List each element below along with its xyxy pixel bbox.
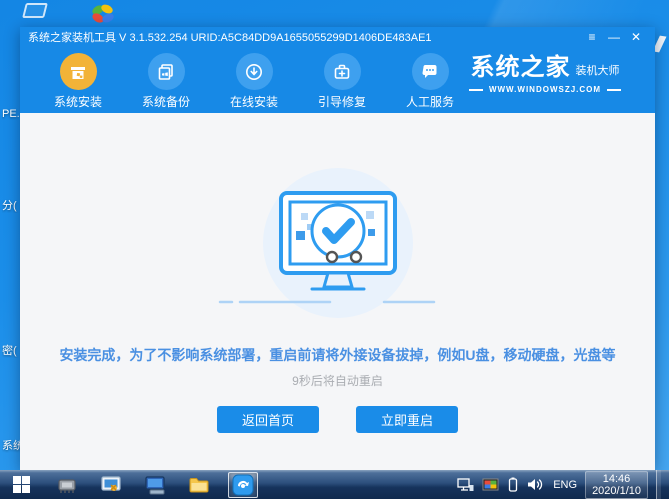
- online-install-icon: [236, 53, 273, 90]
- brand-dash-right: [607, 89, 621, 91]
- desktop-flower-icon[interactable]: [90, 2, 116, 26]
- nav-item-label: 人工服务: [406, 93, 454, 110]
- windows-logo-icon: [13, 476, 30, 493]
- restart-now-button[interactable]: 立即重启: [356, 406, 458, 433]
- nav-item-online-install[interactable]: 在线安装: [210, 53, 298, 110]
- snipping-tool-icon: [100, 475, 122, 495]
- main-content: 安装完成，为了不影响系统部署，重启前请将外接设备拔掉，例如U盘，移动硬盘，光盘等…: [20, 113, 655, 470]
- nav-item-label: 系统备份: [142, 93, 190, 110]
- minimize-button[interactable]: —: [603, 27, 625, 47]
- taskbar-installer-app-active[interactable]: [228, 472, 258, 498]
- nav-item-system-backup[interactable]: 系统备份: [122, 53, 210, 110]
- folder-icon: [188, 476, 210, 494]
- brand-logo: 系统之家 装机大师 WWW.WINDOWSZJ.COM: [455, 56, 635, 94]
- nav-item-boot-repair[interactable]: 引导修复: [298, 53, 386, 110]
- taskbar-snipping-app[interactable]: [96, 472, 126, 498]
- support-chat-icon: [412, 53, 449, 90]
- close-button[interactable]: ✕: [625, 27, 647, 47]
- nav-item-system-install[interactable]: 系统安装: [34, 53, 122, 110]
- chip-icon: [56, 476, 78, 494]
- menu-icon[interactable]: ≡: [581, 27, 603, 47]
- desktop: PE. 分( 密( 系统 系统之家装机工具 V 3.1.532.254 URID…: [0, 0, 669, 499]
- nav-bar: 系统安装 系统备份: [20, 47, 655, 113]
- system-install-icon: [60, 53, 97, 90]
- desktop-icon-label[interactable]: PE.: [2, 108, 20, 120]
- success-monitor-illustration: [208, 167, 468, 323]
- desktop-icon-label[interactable]: 分(: [2, 197, 20, 213]
- brand-name: 系统之家: [471, 56, 571, 80]
- desktop-monitor-icon[interactable]: [22, 3, 48, 18]
- nav-item-label: 引导修复: [318, 93, 366, 110]
- usb-device-tray-icon[interactable]: [507, 477, 519, 493]
- desktop-icon-label[interactable]: 密(: [2, 342, 20, 358]
- system-backup-icon: [148, 53, 185, 90]
- boot-repair-icon: [324, 53, 361, 90]
- back-home-button[interactable]: 返回首页: [217, 406, 319, 433]
- taskbar-computer-app[interactable]: [140, 472, 170, 498]
- display-color-tray-icon[interactable]: [482, 478, 499, 492]
- start-button[interactable]: [0, 470, 42, 499]
- taskbar-explorer-app[interactable]: [184, 472, 214, 498]
- clock-date: 2020/1/10: [592, 485, 641, 497]
- window-title: 系统之家装机工具 V 3.1.532.254 URID:A5C84DD9A165…: [28, 29, 581, 45]
- volume-tray-icon[interactable]: [527, 477, 545, 492]
- title-bar[interactable]: 系统之家装机工具 V 3.1.532.254 URID:A5C84DD9A165…: [20, 27, 655, 47]
- brand-dash-left: [469, 89, 483, 91]
- installer-window: 系统之家装机工具 V 3.1.532.254 URID:A5C84DD9A165…: [20, 27, 655, 470]
- install-complete-message: 安装完成，为了不影响系统部署，重启前请将外接设备拔掉，例如U盘，移动硬盘，光盘等: [59, 345, 615, 365]
- clock-time: 14:46: [592, 473, 641, 485]
- nav-item-label: 在线安装: [230, 93, 278, 110]
- network-tray-icon[interactable]: [457, 477, 474, 492]
- auto-restart-countdown: 9秒后将自动重启: [292, 372, 383, 389]
- installer-app-icon: [232, 474, 254, 496]
- language-indicator[interactable]: ENG: [553, 479, 577, 491]
- brand-suffix: 装机大师: [576, 62, 620, 80]
- taskbar-hardware-app[interactable]: [52, 472, 82, 498]
- taskbar: ENG 14:46 2020/1/10: [0, 470, 669, 499]
- taskbar-clock[interactable]: 14:46 2020/1/10: [585, 471, 648, 499]
- brand-site-url: WWW.WINDOWSZJ.COM: [489, 85, 601, 94]
- nav-item-label: 系统安装: [54, 93, 102, 110]
- monitor-icon: [143, 475, 167, 495]
- show-desktop-button[interactable]: [656, 470, 661, 499]
